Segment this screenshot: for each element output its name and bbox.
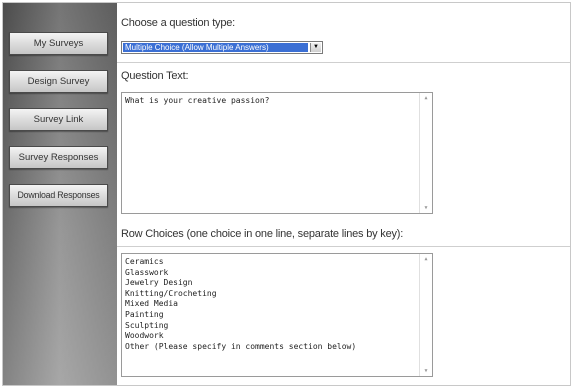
row-choice-line: Ceramics xyxy=(125,257,164,266)
row-choices-scrollbar[interactable]: ▲ ▼ xyxy=(419,254,432,376)
download-responses-button[interactable]: Download Responses xyxy=(9,184,108,207)
question-text-label: Question Text: xyxy=(121,70,189,82)
survey-designer-window: My Surveys Design Survey Survey Link Sur… xyxy=(2,2,571,386)
row-choice-line: Jewelry Design xyxy=(125,278,193,288)
survey-responses-button[interactable]: Survey Responses xyxy=(9,146,108,169)
survey-link-button[interactable]: Survey Link xyxy=(9,108,108,131)
scroll-up-arrow-icon[interactable]: ▲ xyxy=(420,93,432,103)
row-choices-label: Row Choices (one choice in one line, sep… xyxy=(121,228,404,240)
scroll-down-arrow-icon[interactable]: ▼ xyxy=(420,366,432,376)
divider xyxy=(117,246,570,247)
question-text-value: What is your creative passion? xyxy=(125,96,270,105)
question-type-select[interactable]: Multiple Choice (Allow Multiple Answers)… xyxy=(121,41,323,54)
row-choices-list: Ceramics Glasswork Jewelry Design Knitting/… xyxy=(125,257,416,374)
question-text-scrollbar[interactable]: ▲ ▼ xyxy=(419,93,432,213)
scroll-up-arrow-icon[interactable]: ▲ xyxy=(420,254,432,264)
row-choices-input[interactable]: Ceramics Glasswork Jewelry Design Knitting/… xyxy=(121,253,433,377)
row-choice-line: Knitting/Crocheting xyxy=(125,288,217,298)
row-choice-line: Glasswork xyxy=(125,267,169,277)
row-choice-line: Sculpting xyxy=(125,320,169,330)
row-choice-line: Painting xyxy=(125,309,164,319)
row-choice-line: Woodwork xyxy=(125,331,164,341)
dropdown-arrow-icon[interactable]: ▼ xyxy=(310,43,321,52)
question-text-input[interactable]: What is your creative passion? ▲ ▼ xyxy=(121,92,433,214)
design-survey-button[interactable]: Design Survey xyxy=(9,70,108,93)
row-choice-line: Other (Please specify in comments sectio… xyxy=(125,341,357,351)
question-type-label: Choose a question type: xyxy=(121,17,236,29)
row-choice-line: Mixed Media xyxy=(125,299,178,309)
question-type-selected-value: Multiple Choice (Allow Multiple Answers) xyxy=(123,43,308,52)
my-surveys-button[interactable]: My Surveys xyxy=(9,32,108,55)
scroll-down-arrow-icon[interactable]: ▼ xyxy=(420,203,432,213)
sidebar: My Surveys Design Survey Survey Link Sur… xyxy=(3,3,117,385)
question-editor: Choose a question type: Multiple Choice … xyxy=(117,3,570,385)
divider xyxy=(117,62,570,63)
